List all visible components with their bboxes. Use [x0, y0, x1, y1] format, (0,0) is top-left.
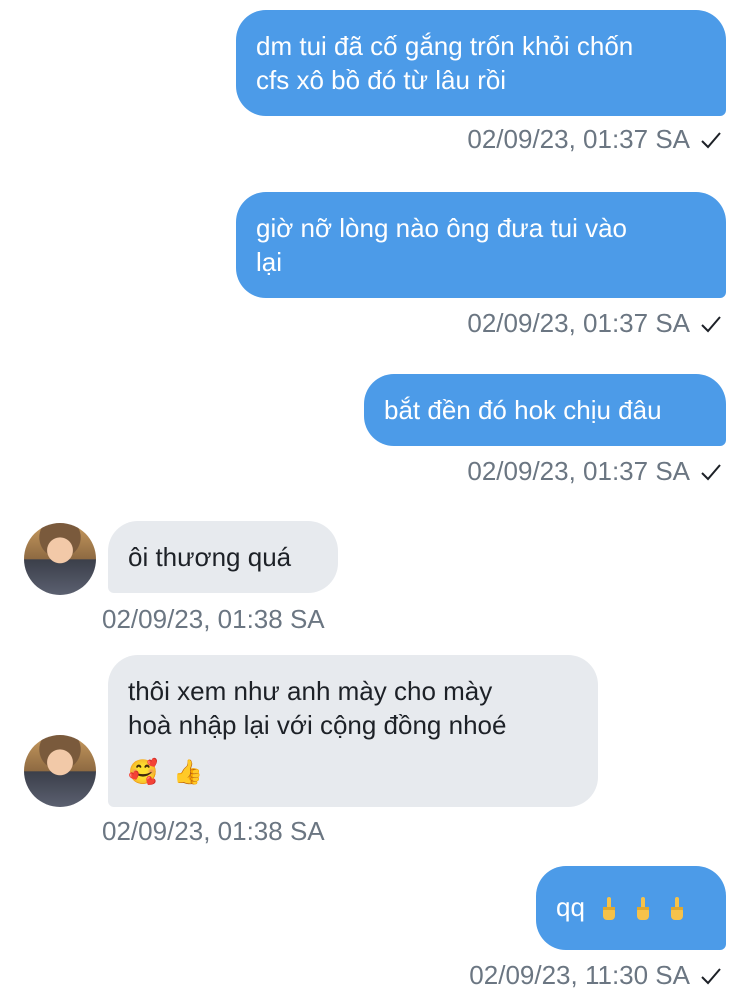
timestamp-text: 02/09/23, 01:37 SA — [467, 124, 690, 154]
timestamp-text: 02/09/23, 01:37 SA — [467, 308, 690, 338]
message-text-line: thôi xem như anh mày cho mày — [128, 676, 493, 706]
message-timestamp: 02/09/23, 01:38 SA — [102, 604, 325, 635]
message-timestamp: 02/09/23, 11:30 SA — [469, 960, 722, 991]
incoming-message-bubble[interactable]: ôi thương quá — [108, 521, 338, 593]
timestamp-text: 02/09/23, 01:38 SA — [102, 604, 325, 634]
checkmark-icon — [701, 131, 721, 148]
timestamp-text: 02/09/23, 11:30 SA — [469, 960, 690, 990]
message-text-line: hoà nhập lại với cộng đồng nhoé — [128, 710, 507, 740]
message-text-line: giờ nỡ lòng nào ông đưa tui vào — [256, 213, 627, 243]
incoming-message-bubble[interactable]: thôi xem như anh mày cho mày hoà nhập lạ… — [108, 655, 598, 807]
message-timestamp: 02/09/23, 01:38 SA — [102, 816, 325, 847]
checkmark-icon — [701, 315, 721, 332]
sender-avatar[interactable] — [24, 523, 96, 595]
message-text-line: cfs xô bồ đó từ lâu rồi — [256, 65, 507, 95]
message-timestamp: 02/09/23, 01:37 SA — [467, 308, 722, 339]
outgoing-message-bubble[interactable]: bắt đền đó hok chịu đâu — [364, 374, 726, 446]
thumbs-up-icon: 👍 — [173, 759, 204, 786]
sender-avatar[interactable] — [24, 735, 96, 807]
outgoing-message-bubble[interactable]: dm tui đã cố gắng trốn khỏi chốn cfs xô … — [236, 10, 726, 116]
message-text: qq — [556, 892, 585, 922]
middle-finger-icon — [603, 897, 616, 921]
smiling-face-with-hearts-icon: 🥰 — [128, 759, 158, 786]
message-timestamp: 02/09/23, 01:37 SA — [467, 456, 722, 487]
message-text: bắt đền đó hok chịu đâu — [384, 395, 662, 425]
checkmark-icon — [701, 463, 721, 480]
middle-finger-icon — [671, 897, 684, 921]
message-text-line: lại — [256, 247, 283, 277]
outgoing-message-bubble[interactable]: giờ nỡ lòng nào ông đưa tui vào lại — [236, 192, 726, 298]
timestamp-text: 02/09/23, 01:38 SA — [102, 816, 325, 846]
outgoing-message-bubble[interactable]: qq — [536, 866, 726, 950]
message-text-line: dm tui đã cố gắng trốn khỏi chốn — [256, 31, 634, 61]
message-timestamp: 02/09/23, 01:37 SA — [467, 124, 722, 155]
middle-finger-icon — [637, 897, 650, 921]
checkmark-icon — [701, 967, 721, 984]
timestamp-text: 02/09/23, 01:37 SA — [467, 456, 690, 486]
message-text: ôi thương quá — [128, 542, 292, 572]
